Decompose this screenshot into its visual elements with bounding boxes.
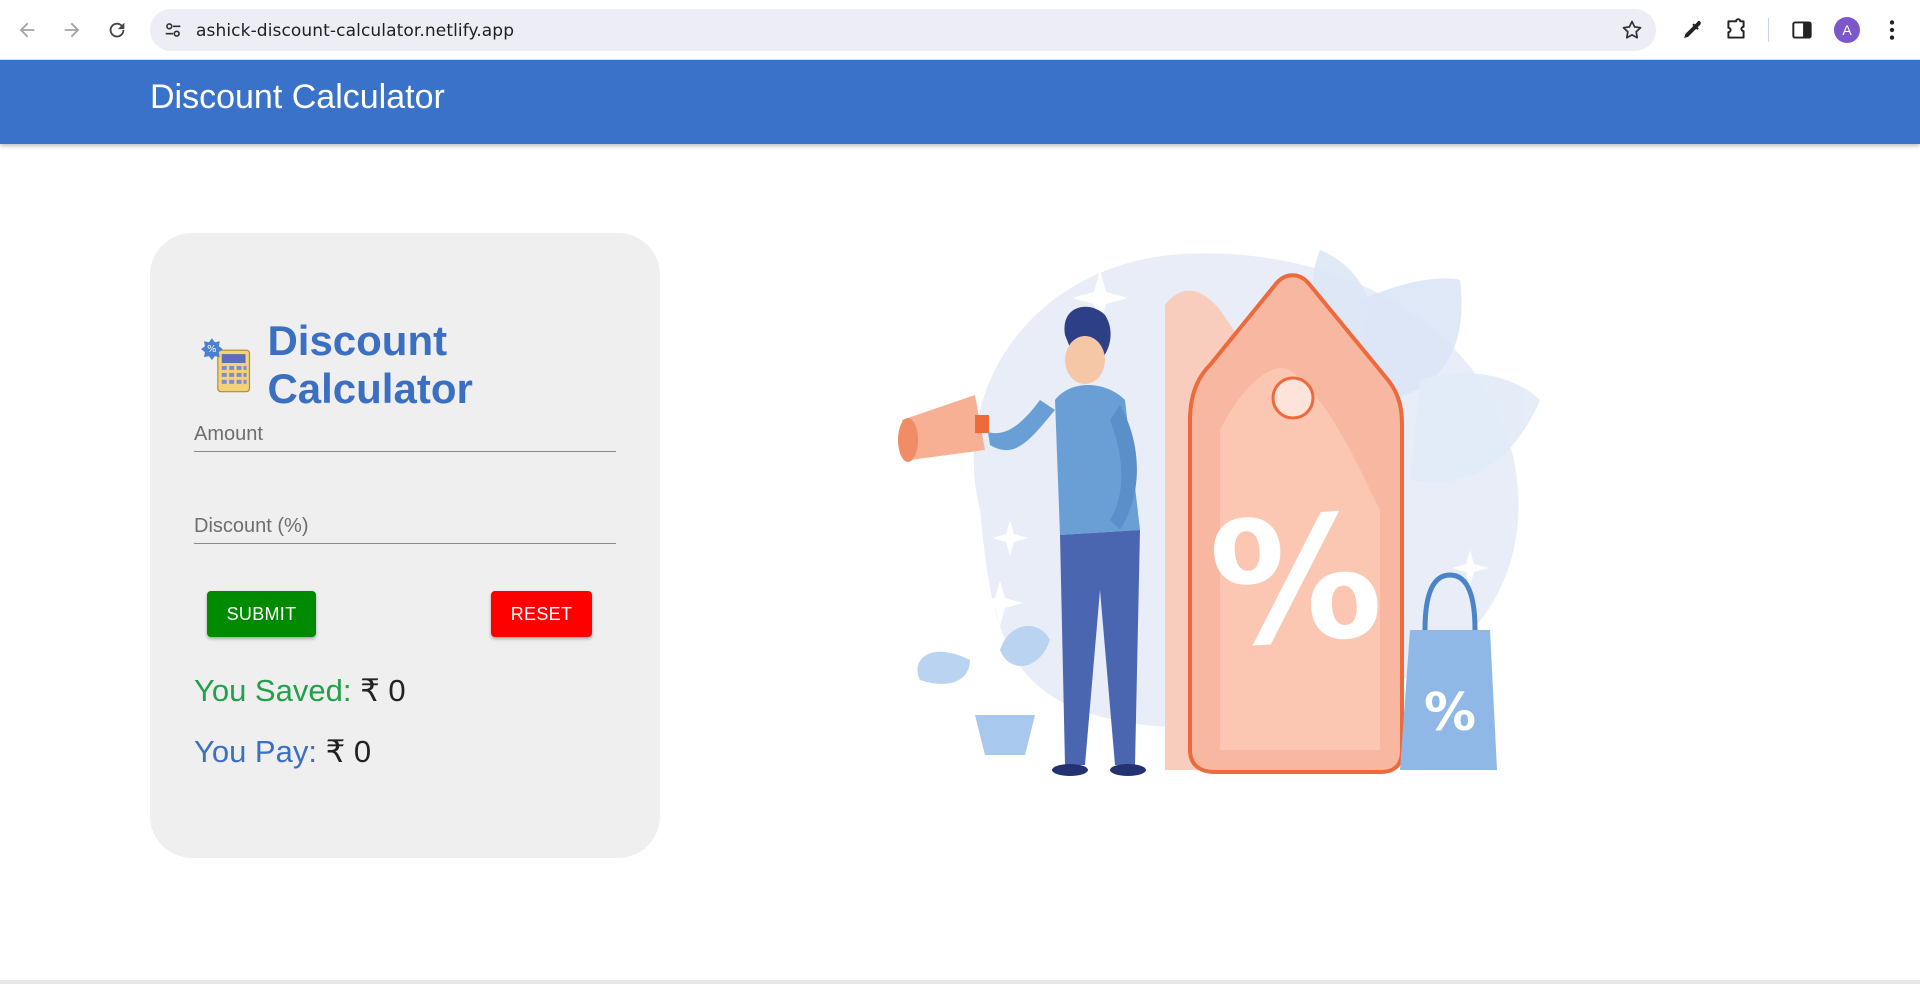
back-button[interactable] [9, 12, 45, 48]
side-panel-icon[interactable] [1789, 17, 1815, 43]
forward-button[interactable] [54, 12, 90, 48]
toolbar-divider [1768, 18, 1769, 42]
profile-avatar[interactable]: A [1834, 17, 1860, 43]
svg-text:%: % [207, 344, 216, 355]
address-bar[interactable]: ashick-discount-calculator.netlify.app [150, 9, 1656, 51]
saved-label: You Saved: [194, 673, 352, 708]
site-settings-icon[interactable] [162, 19, 184, 41]
app-title: Discount Calculator [150, 78, 445, 116]
app-header: Discount Calculator [0, 60, 1920, 144]
reload-icon [109, 22, 125, 38]
plant-decoration [917, 626, 1050, 755]
reload-button[interactable] [99, 12, 135, 48]
arrow-right-icon [64, 22, 80, 38]
bottom-edge [0, 980, 1920, 984]
pay-value: ₹ 0 [325, 734, 372, 769]
pay-label: You Pay: [194, 734, 317, 769]
card-title: Discount Calculator [267, 317, 473, 412]
arrow-left-icon [19, 22, 35, 38]
more-menu-icon[interactable] [1879, 17, 1905, 43]
discount-field [194, 498, 616, 544]
eyedropper-icon[interactable] [1678, 17, 1704, 43]
bookmark-star-icon[interactable] [1620, 18, 1644, 42]
reset-button[interactable]: RESET [491, 591, 592, 637]
svg-text:%: % [1204, 477, 1388, 686]
svg-text:%: % [1424, 683, 1476, 743]
amount-input[interactable] [194, 406, 616, 451]
discount-input[interactable] [194, 498, 616, 543]
pay-result: You Pay: ₹ 0 [194, 734, 371, 770]
discount-illustration: % % [898, 250, 1540, 776]
url-text: ashick-discount-calculator.netlify.app [196, 21, 515, 41]
saved-value: ₹ 0 [360, 673, 406, 708]
calculator-icon: % [200, 338, 251, 393]
extensions-puzzle-icon[interactable] [1723, 17, 1749, 43]
card-header: % Discount Calculator [200, 317, 660, 413]
saved-result: You Saved: ₹ 0 [194, 673, 406, 709]
amount-field [194, 406, 616, 452]
submit-button[interactable]: SUBMIT [207, 591, 316, 637]
browser-toolbar: ashick-discount-calculator.netlify.app A [0, 0, 1920, 60]
